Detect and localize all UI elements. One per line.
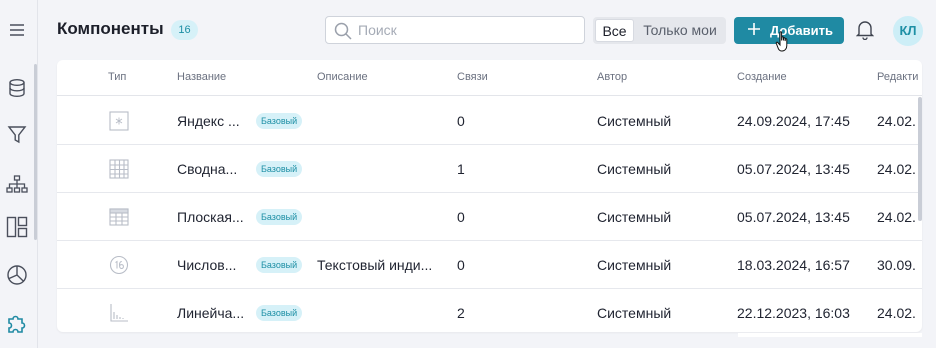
row-author: Системный xyxy=(597,161,672,177)
number-indicator-icon xyxy=(108,254,130,276)
row-name: Числов... xyxy=(177,257,237,273)
line-chart-icon xyxy=(108,302,130,324)
row-edited: 24.02. xyxy=(877,305,916,321)
bell-icon[interactable] xyxy=(855,20,875,45)
column-header-edited[interactable]: Редакти xyxy=(877,71,918,83)
menu-icon[interactable] xyxy=(3,16,31,44)
row-name: Плоская... xyxy=(177,209,244,225)
dashboard-layout-icon[interactable] xyxy=(3,213,31,241)
row-author: Системный xyxy=(597,209,672,225)
row-links: 0 xyxy=(457,113,465,129)
base-tag: Базовый xyxy=(256,209,303,225)
row-created: 05.07.2024, 13:45 xyxy=(737,209,850,225)
search-icon xyxy=(334,22,352,45)
search-input[interactable] xyxy=(358,17,578,43)
base-tag: Базовый xyxy=(256,113,303,129)
filter-mine-button[interactable]: Только мои xyxy=(637,19,723,42)
pie-chart-icon[interactable] xyxy=(3,261,31,289)
table-row[interactable]: Сводна... Базовый 1 Системный 05.07.2024… xyxy=(57,145,922,193)
column-header-links[interactable]: Связи xyxy=(457,71,488,83)
row-author: Системный xyxy=(597,257,672,273)
column-header-description[interactable]: Описание xyxy=(317,71,368,83)
hierarchy-icon[interactable] xyxy=(3,170,31,198)
table-header: Тип Название Описание Связи Автор Создан… xyxy=(57,60,922,96)
pivot-table-icon xyxy=(108,158,130,180)
column-header-name[interactable]: Название xyxy=(177,71,226,83)
row-name: Линейча... xyxy=(177,305,245,321)
base-tag: Базовый xyxy=(256,305,303,321)
row-links: 2 xyxy=(457,305,465,321)
row-links: 0 xyxy=(457,209,465,225)
row-edited: 24.02. xyxy=(877,209,916,225)
sidebar xyxy=(0,0,38,348)
row-author: Системный xyxy=(597,305,672,321)
count-badge: 16 xyxy=(171,20,198,40)
row-links: 0 xyxy=(457,257,465,273)
puzzle-icon[interactable] xyxy=(3,309,31,337)
row-edited: 24.02. xyxy=(877,113,916,129)
row-name: Яндекс ... xyxy=(177,113,240,129)
row-author: Системный xyxy=(597,113,672,129)
row-edited: 30.09. xyxy=(877,257,916,273)
database-icon[interactable] xyxy=(3,74,31,102)
row-description: Текстовый инди... xyxy=(317,257,433,273)
row-created: 05.07.2024, 13:45 xyxy=(737,161,850,177)
column-header-created[interactable]: Создание xyxy=(737,71,787,83)
row-links: 1 xyxy=(457,161,465,177)
page-title: Компоненты xyxy=(57,19,164,38)
flat-table-icon xyxy=(108,206,130,228)
search-box[interactable] xyxy=(325,16,585,44)
column-header-type[interactable]: Тип xyxy=(108,71,126,83)
table-horizontal-scroll-track xyxy=(738,333,922,337)
row-edited: 24.02. xyxy=(877,161,916,177)
hand-cursor-icon xyxy=(775,30,793,59)
row-name: Сводна... xyxy=(177,161,238,177)
ownership-filter: Все Только мои xyxy=(593,17,726,44)
row-created: 24.09.2024, 17:45 xyxy=(737,113,850,129)
table-row[interactable]: Плоская... Базовый 0 Системный 05.07.202… xyxy=(57,193,922,241)
plus-icon xyxy=(747,22,761,39)
placeholder-icon xyxy=(108,110,130,132)
base-tag: Базовый xyxy=(256,257,303,273)
components-table: Тип Название Описание Связи Автор Создан… xyxy=(57,60,922,332)
table-row[interactable]: Линейча... Базовый 2 Системный 22.12.202… xyxy=(57,289,922,332)
sidebar-scrollbar[interactable] xyxy=(34,64,37,240)
filter-all-button[interactable]: Все xyxy=(595,19,634,42)
avatar[interactable]: КЛ xyxy=(893,16,923,46)
table-scrollbar[interactable] xyxy=(918,97,922,221)
table-row[interactable]: Яндекс ... Базовый 0 Системный 24.09.202… xyxy=(57,97,922,145)
row-created: 18.03.2024, 16:57 xyxy=(737,257,850,273)
filter-icon[interactable] xyxy=(3,121,31,149)
base-tag: Базовый xyxy=(256,161,303,177)
row-created: 22.12.2023, 16:03 xyxy=(737,305,850,321)
column-header-author[interactable]: Автор xyxy=(597,71,627,83)
table-row[interactable]: Числов... Базовый Текстовый инди... 0 Си… xyxy=(57,241,922,289)
